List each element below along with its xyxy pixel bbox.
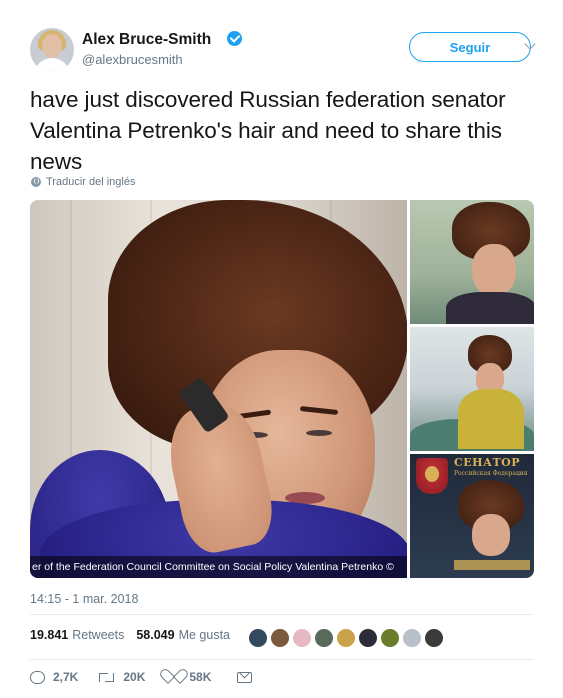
reply-button[interactable]: 2,7K	[30, 670, 78, 684]
avatar-shirt	[34, 58, 70, 72]
liker-avatar[interactable]	[336, 628, 356, 648]
tweet-header: Alex Bruce-Smith @alexbrucesmith Seguir	[30, 28, 543, 74]
photo-thumb-1[interactable]	[410, 200, 534, 324]
liker-avatar[interactable]	[292, 628, 312, 648]
body-shape	[458, 389, 524, 449]
reply-count: 2,7K	[53, 670, 79, 684]
tweet-text: have just discovered Russian federation …	[30, 87, 506, 174]
likes-count: 58.049	[136, 628, 175, 642]
media-grid: er of the Federation Council Committee o…	[30, 200, 534, 578]
verified-badge-icon	[227, 31, 242, 46]
divider	[30, 614, 534, 615]
photo-main[interactable]: er of the Federation Council Committee o…	[30, 200, 407, 578]
message-icon	[237, 671, 253, 683]
eye-shape	[306, 430, 332, 436]
liker-avatar[interactable]	[314, 628, 334, 648]
follow-button[interactable]: Seguir	[409, 32, 531, 62]
author-display-name[interactable]: Alex Bruce-Smith	[82, 31, 211, 49]
coat-of-arms-icon	[416, 458, 448, 494]
face-shape	[472, 244, 516, 296]
face-shape	[472, 514, 510, 556]
like-count: 58K	[189, 670, 212, 684]
liker-avatar[interactable]	[424, 628, 444, 648]
liker-avatar[interactable]	[358, 628, 378, 648]
globe-icon	[31, 177, 41, 187]
translate-link[interactable]: Traducir del inglés	[31, 176, 135, 188]
liker-avatar[interactable]	[270, 628, 290, 648]
like-button[interactable]: 58K	[165, 670, 211, 684]
divider	[30, 659, 534, 660]
likes-stat[interactable]: 58.049 Me gusta	[136, 628, 230, 642]
liker-avatar[interactable]	[380, 628, 400, 648]
nameplate-bar	[454, 560, 530, 570]
retweet-button[interactable]: 20K	[98, 670, 145, 684]
avatar-face	[42, 34, 62, 58]
liker-avatar[interactable]	[402, 628, 422, 648]
like-icon	[165, 670, 181, 684]
message-button[interactable]	[231, 671, 253, 683]
retweets-count: 19.841	[30, 628, 69, 642]
reply-icon	[30, 670, 45, 684]
tweet-stats: 19.841 Retweets 58.049 Me gusta	[30, 628, 242, 642]
photo-caption: er of the Federation Council Committee o…	[30, 556, 407, 578]
tweet-actions: 2,7K 20K 58K	[30, 670, 272, 684]
translate-label[interactable]: Traducir del inglés	[46, 176, 135, 188]
liker-avatar[interactable]	[248, 628, 268, 648]
author-avatar[interactable]	[30, 28, 74, 72]
photo-thumb-2[interactable]	[410, 327, 534, 451]
liker-avatars	[248, 628, 446, 648]
retweets-label: Retweets	[72, 628, 125, 642]
body-shape	[446, 292, 534, 324]
retweets-stat[interactable]: 19.841 Retweets	[30, 628, 124, 642]
author-handle[interactable]: @alexbrucesmith	[82, 52, 183, 67]
likes-label: Me gusta	[178, 628, 230, 642]
retweet-count: 20K	[123, 670, 146, 684]
photo-thumb-3[interactable]: СЕНАТОР Российская Федерация	[410, 454, 534, 578]
retweet-icon	[98, 672, 115, 683]
tweet-timestamp[interactable]: 14:15 - 1 mar. 2018	[30, 592, 138, 606]
senate-subtitle: Российская Федерация	[454, 470, 528, 477]
